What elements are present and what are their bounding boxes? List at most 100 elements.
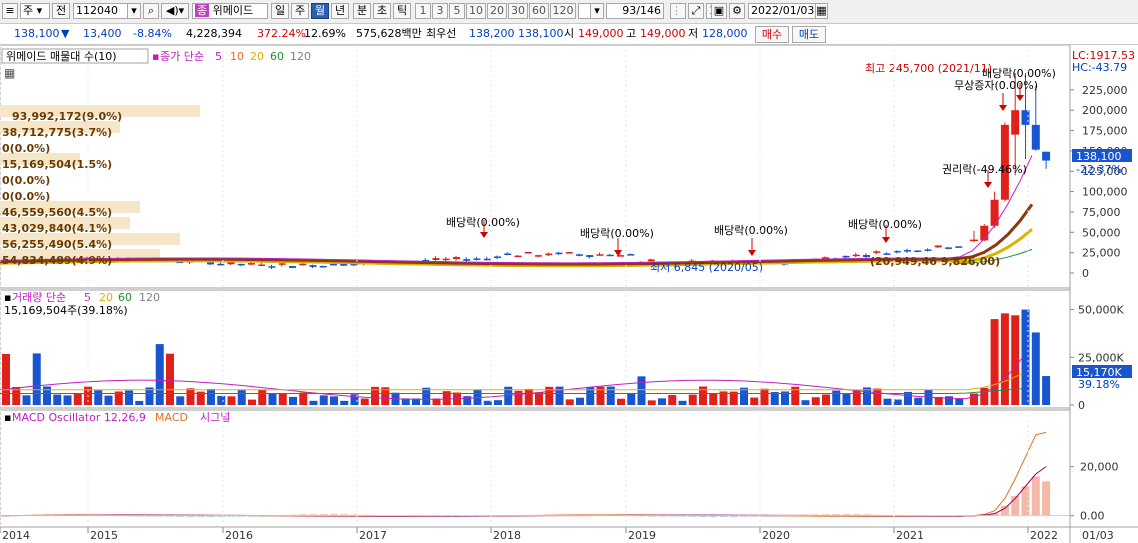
volume-bar	[811, 397, 820, 405]
save-icon[interactable]: ▣	[711, 3, 727, 19]
volume-bar	[832, 390, 841, 405]
period-month[interactable]: 월	[311, 3, 329, 19]
candle-body	[207, 262, 214, 265]
ma-legend-square-icon: ▪	[152, 50, 159, 63]
high-label: 고	[626, 27, 637, 40]
x-year-label: 2015	[90, 529, 118, 542]
candle-body	[248, 263, 255, 265]
interval-120[interactable]: 120	[550, 3, 576, 19]
market-select[interactable]: 주 ▾	[20, 3, 50, 19]
price-y-label: 50,000	[1082, 226, 1121, 239]
volume-bar	[32, 353, 41, 405]
candle-body-recent	[1021, 110, 1030, 125]
period-minute[interactable]: 분	[353, 3, 371, 19]
interval-30[interactable]: 30	[508, 3, 528, 19]
candle-body	[278, 263, 286, 265]
volume-bar	[709, 393, 718, 405]
chart-area[interactable]: 위메이드 매물대 수(10) ▪ 종가 단순 5 10 20 60 120 ▦ …	[0, 45, 1138, 543]
candle-body	[453, 257, 460, 260]
jeon-button[interactable]: 전	[52, 3, 70, 19]
price-y-label: 200,000	[1082, 104, 1128, 117]
chart-settings-icon[interactable]: ⤢	[688, 3, 704, 19]
candle-body	[473, 258, 481, 260]
candle-body	[319, 266, 327, 268]
macd-legend-macd: MACD	[155, 411, 188, 424]
event-label: 배당락(0.00%)	[446, 216, 520, 229]
change: 13,400	[83, 27, 122, 40]
volume-bar	[248, 399, 256, 405]
volume-bar	[658, 398, 666, 405]
volume-bar	[760, 388, 769, 405]
candle-body	[934, 245, 942, 248]
period-tick[interactable]: 틱	[393, 3, 411, 19]
vol-ma-120: 120	[139, 291, 160, 304]
x-year-label: 2016	[225, 529, 253, 542]
candle-body	[904, 250, 911, 252]
volume-bar	[422, 387, 431, 405]
interval-10[interactable]: 10	[466, 3, 486, 19]
interval-60[interactable]: 60	[529, 3, 549, 19]
volume-profile-label: 0(0.0%)	[2, 142, 51, 155]
best-ask: 138,200	[469, 27, 515, 40]
toolbar: ≡ 주 ▾ 전 112040 ▾ ⌕ ◀)▾ 종 위메이드 일 주 월 년 분 …	[0, 0, 1138, 24]
volume-bar	[535, 392, 543, 405]
candle-body	[945, 247, 952, 249]
interval-dropdown-icon[interactable]: ▾	[590, 3, 604, 19]
calendar-icon[interactable]: ▦	[815, 3, 828, 19]
period-year[interactable]: 년	[331, 3, 349, 19]
gear-icon[interactable]: ⚙	[729, 3, 745, 19]
stock-name-field[interactable]: 종 위메이드	[192, 3, 268, 19]
quote-bar: 138,100 ▼ 13,400 -8.84% 4,228,394 372.24…	[0, 24, 1138, 45]
candle-body	[258, 264, 266, 267]
macd-osc-bar-recent	[1031, 476, 1040, 516]
turnover: 12.69%	[304, 27, 346, 40]
current-pct: -22.37%	[1076, 163, 1122, 176]
down-arrow-icon: ▼	[61, 27, 70, 40]
price-legend-name: 위메이드 매물대 수(10)	[6, 50, 117, 63]
interval-5[interactable]: 5	[449, 3, 465, 19]
x-year-label: 2022	[1030, 529, 1058, 542]
code-dropdown-icon[interactable]: ▾	[127, 3, 141, 19]
volume-bar	[565, 399, 574, 405]
market-select-value: 주	[23, 4, 34, 17]
interval-20[interactable]: 20	[487, 3, 507, 19]
period-second[interactable]: 초	[373, 3, 391, 19]
volume-profile-label: 93,992,172(9.0%)	[12, 110, 123, 123]
candle-body	[463, 259, 471, 261]
table-icon[interactable]: ▦	[4, 66, 15, 80]
macd-y-label: 20,000	[1080, 461, 1119, 474]
best-bid: 138,100	[518, 27, 564, 40]
menu-icon[interactable]: ≡	[2, 3, 18, 19]
macd-osc-bar-recent	[1042, 481, 1051, 516]
interval-3[interactable]: 3	[432, 3, 448, 19]
candle-body	[514, 255, 522, 258]
volume-profile-label-right: (20,949,46 9,826,00)	[870, 255, 1001, 268]
volume-bar	[207, 388, 215, 405]
candle-body	[576, 254, 583, 256]
candle-body	[432, 258, 440, 260]
period-week[interactable]: 주	[291, 3, 309, 19]
low-label: 저	[688, 27, 699, 40]
speaker-icon[interactable]: ◀)▾	[161, 3, 189, 19]
candle-body-recent	[1011, 110, 1020, 135]
search-icon[interactable]: ⌕	[143, 3, 159, 19]
volume-current-label: 15,169,504주(39.18%)	[4, 304, 128, 317]
vol-y-label: 25,000K	[1078, 351, 1124, 364]
sell-button[interactable]: 매도	[792, 26, 826, 43]
volume-bar	[63, 395, 72, 405]
candle-body	[627, 254, 635, 256]
interval-1[interactable]: 1	[415, 3, 431, 19]
candle-body	[237, 263, 245, 266]
period-day[interactable]: 일	[271, 3, 289, 19]
vol-ma-20: 20	[99, 291, 113, 304]
buy-button[interactable]: 매수	[755, 26, 789, 43]
ma-legend-120: 120	[290, 50, 311, 63]
price-y-label: 225,000	[1082, 84, 1128, 97]
volume-bar	[330, 396, 338, 405]
vol-y-label: 50,000K	[1078, 304, 1124, 317]
volume-profile-label: 46,559,560(4.5%)	[2, 206, 113, 219]
candle-body	[483, 258, 491, 261]
candle-body	[268, 266, 276, 268]
scroll-left-icon[interactable]: ⋮⋮	[670, 3, 686, 19]
open-label: 시	[564, 27, 575, 40]
